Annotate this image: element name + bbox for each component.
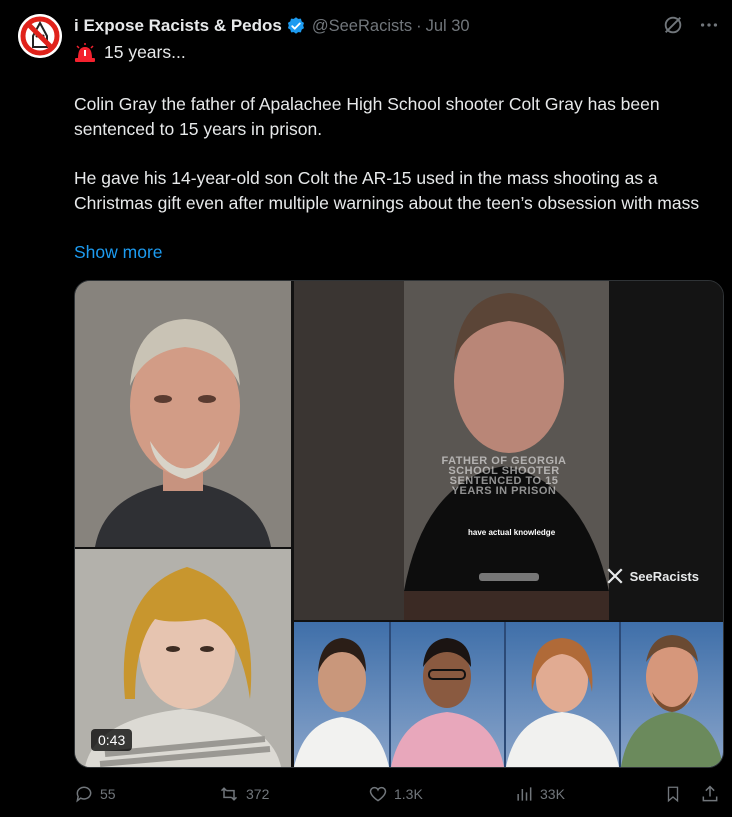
bookmark-button[interactable] <box>664 784 682 804</box>
analytics-icon <box>517 787 532 801</box>
victim-photo-4 <box>621 622 723 767</box>
reply-icon <box>76 786 92 803</box>
avatar[interactable] <box>18 14 62 58</box>
victim-photo-2 <box>391 622 504 767</box>
grok-icon[interactable] <box>662 14 684 36</box>
more-options-icon[interactable] <box>698 14 720 36</box>
repost-button[interactable]: 372 <box>218 784 269 804</box>
courtroom-judge-image: FATHER OF GEORGIA SCHOOL SHOOTER SENTENC… <box>294 281 723 620</box>
tweet-top-actions <box>662 14 720 36</box>
siren-icon <box>75 42 95 62</box>
victim-photo-3 <box>506 622 619 767</box>
share-button[interactable] <box>700 784 720 804</box>
views-button[interactable]: 33K <box>514 784 565 804</box>
victim-photo-1 <box>294 622 389 767</box>
tweet-actions: 55 372 1.3K 33K <box>74 784 722 808</box>
bookmark-icon <box>667 786 679 803</box>
show-more-link[interactable]: Show more <box>74 242 163 263</box>
no-symbol-avatar-icon <box>18 14 62 58</box>
video-duration-badge: 0:43 <box>91 729 133 751</box>
tweet-header: i Expose Racists & Pedos @SeeRacists · J… <box>74 15 470 37</box>
tweet-subline: 15 years... <box>74 42 186 63</box>
repost-count: 372 <box>246 786 270 802</box>
tweet-body: Colin Gray the father of Apalachee High … <box>74 92 714 216</box>
share-icon <box>702 785 718 802</box>
like-button[interactable]: 1.3K <box>368 784 423 804</box>
separator-dot: · <box>416 16 422 35</box>
subline-text: 15 years... <box>104 42 186 62</box>
video-overlay-text: FATHER OF GEORGIA SCHOOL SHOOTER SENTENC… <box>429 456 579 497</box>
display-name[interactable]: i Expose Racists & Pedos <box>74 16 282 36</box>
x-logo-icon <box>607 568 623 584</box>
heart-icon <box>369 786 387 802</box>
mugshot-father-image <box>75 281 291 547</box>
overlay-line-4: YEARS IN PRISON <box>451 485 557 497</box>
like-count: 1.3K <box>394 786 423 802</box>
tweet-paragraph-1: Colin Gray the father of Apalachee High … <box>74 94 665 139</box>
reply-count: 55 <box>100 786 116 802</box>
video-media[interactable]: FATHER OF GEORGIA SCHOOL SHOOTER SENTENC… <box>74 280 724 768</box>
reply-button[interactable]: 55 <box>74 784 116 804</box>
repost-icon <box>220 787 238 801</box>
watermark: SeeRacists <box>606 567 699 585</box>
video-caption: have actual knowledge <box>468 528 556 537</box>
timestamp[interactable]: Jul 30 <box>426 17 470 36</box>
watermark-text: SeeRacists <box>629 568 699 584</box>
victim-photos-strip <box>294 622 723 767</box>
tweet-paragraph-2: He gave his 14-year-old son Colt the AR-… <box>74 168 700 213</box>
verified-badge-icon <box>287 17 304 34</box>
handle[interactable]: @SeeRacists <box>312 17 412 36</box>
view-count: 33K <box>540 786 565 802</box>
